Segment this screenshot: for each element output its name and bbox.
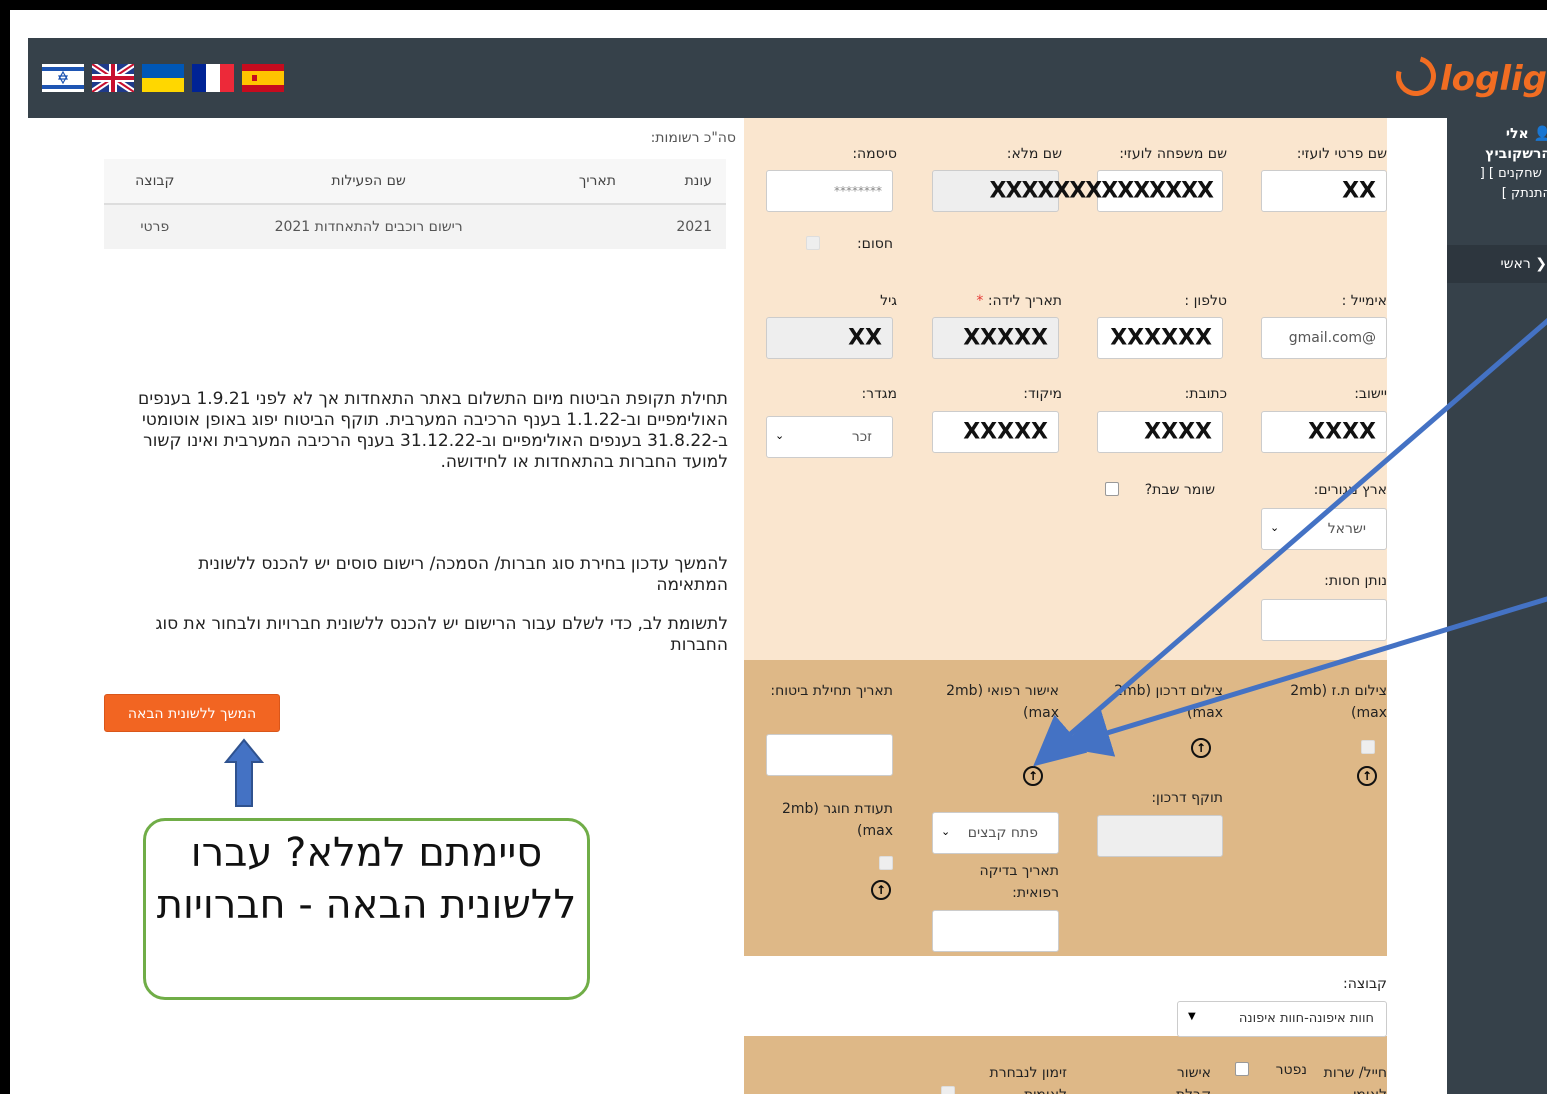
pointer-arrows-annotation-icon [1033,317,1547,767]
screenshot-frame: loglig 👤 אלי הרשקוביץ [ שחקנים ] [ התנתק… [0,0,1547,1094]
page: loglig 👤 אלי הרשקוביץ [ שחקנים ] [ התנתק… [20,30,1547,1094]
